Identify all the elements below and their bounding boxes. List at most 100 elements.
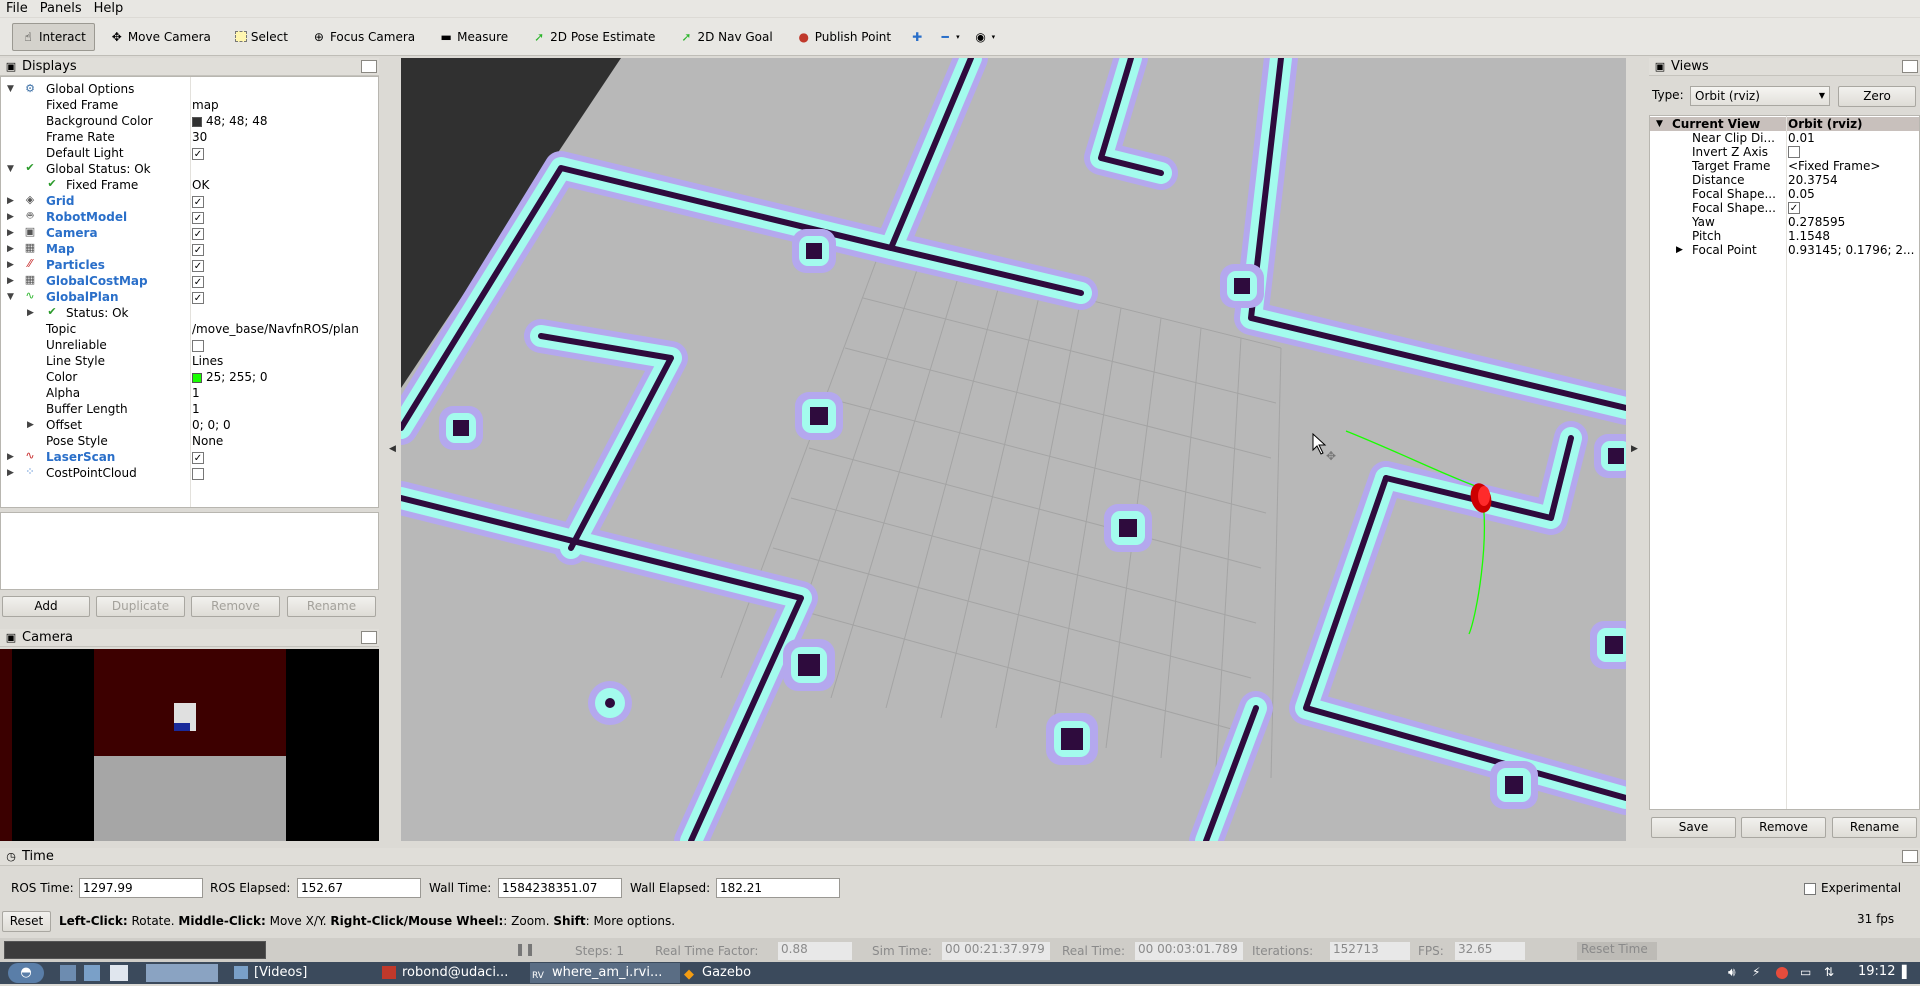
cost-point-cloud-checkbox[interactable] — [192, 467, 204, 480]
tree-row-focal-shape-size[interactable]: Focal Shape... 0.05 — [1650, 187, 1920, 201]
rename-display-button[interactable]: Rename — [287, 596, 376, 617]
tree-row-fixed-frame[interactable]: Fixed Frame map — [1, 97, 378, 113]
target-frame-value[interactable]: <Fixed Frame> — [1788, 159, 1880, 173]
add-display-button[interactable]: Add — [2, 596, 90, 617]
offset-value[interactable]: 0; 0; 0 — [192, 417, 231, 433]
distance-value[interactable]: 20.3754 — [1788, 173, 1838, 187]
3d-viewport[interactable]: ✥ — [401, 58, 1626, 841]
tree-row-robot-model[interactable]: ▶ 🤖︎ RobotModel ✓ — [1, 209, 378, 225]
start-menu-button[interactable]: ◓ — [8, 963, 44, 983]
tree-row-grid[interactable]: ▶ ◈ Grid ✓ — [1, 193, 378, 209]
tree-row-distance[interactable]: Distance 20.3754 — [1650, 173, 1920, 187]
tree-row-status-fixed-frame[interactable]: ✔ Fixed Frame OK — [1, 177, 378, 193]
rename-view-button[interactable]: Rename — [1832, 817, 1917, 838]
focal-shape-size-value[interactable]: 0.05 — [1788, 187, 1815, 201]
particles-checkbox[interactable]: ✓ — [192, 259, 204, 272]
invert-z-checkbox[interactable] — [1788, 146, 1800, 158]
tree-row-offset[interactable]: ▶ Offset 0; 0; 0 — [1, 417, 378, 433]
power-icon[interactable]: ⚡ — [1752, 965, 1760, 979]
unreliable-checkbox[interactable] — [192, 339, 204, 352]
near-clip-value[interactable]: 0.01 — [1788, 131, 1815, 145]
tree-row-laser-scan[interactable]: ▶ ∿ LaserScan ✓ — [1, 449, 378, 465]
default-light-checkbox[interactable]: ✓ — [192, 147, 204, 160]
wall-time-field[interactable]: 1584238351.07 — [498, 878, 622, 898]
laser-scan-checkbox[interactable]: ✓ — [192, 451, 204, 464]
tree-row-target-frame[interactable]: Target Frame <Fixed Frame> — [1650, 159, 1920, 173]
map-render[interactable]: ✥ — [401, 58, 1626, 841]
save-view-button[interactable]: Save — [1651, 817, 1736, 838]
buffer-length-value[interactable]: 1 — [192, 401, 200, 417]
alpha-value[interactable]: 1 — [192, 385, 200, 401]
map-checkbox[interactable]: ✓ — [192, 243, 204, 256]
tree-row-alpha[interactable]: Alpha 1 — [1, 385, 378, 401]
camera-checkbox[interactable]: ✓ — [192, 227, 204, 240]
task-rviz[interactable]: RV where_am_i.rvi... — [530, 963, 680, 983]
tree-row-near-clip[interactable]: Near Clip Di... 0.01 — [1650, 131, 1920, 145]
duplicate-display-button[interactable]: Duplicate — [96, 596, 185, 617]
plan-color-swatch[interactable] — [192, 372, 202, 383]
remove-tool-button[interactable]: ━ ▾ — [934, 23, 964, 51]
terminal-launcher-icon[interactable] — [110, 965, 128, 981]
pause-icon[interactable]: ❚❚ — [515, 942, 535, 956]
tree-row-global-cost-map[interactable]: ▶ ▦ GlobalCostMap ✓ — [1, 273, 378, 289]
global-plan-checkbox[interactable]: ✓ — [192, 291, 204, 304]
interact-tool-button[interactable]: ☝ Interact — [12, 22, 95, 51]
color-value[interactable]: 25; 255; 0 — [206, 370, 268, 384]
remove-view-button[interactable]: Remove — [1741, 817, 1826, 838]
nav-goal-tool-button[interactable]: ➚ 2D Nav Goal — [670, 23, 781, 51]
focal-shape-fixed-checkbox[interactable]: ✓ — [1788, 202, 1800, 214]
task-terminal[interactable]: robond@udaci... — [380, 963, 530, 983]
pose-estimate-tool-button[interactable]: ➚ 2D Pose Estimate — [523, 23, 664, 51]
tree-row-camera[interactable]: ▶ ▣ Camera ✓ — [1, 225, 378, 241]
collapse-left-arrow-icon[interactable]: ◀ — [389, 444, 396, 454]
menu-panels[interactable]: Panels — [34, 0, 88, 17]
topic-value[interactable]: /move_base/NavfnROS/plan — [192, 321, 359, 337]
bg-color-value[interactable]: 48; 48; 48 — [206, 114, 268, 128]
tree-row-current-view[interactable]: ▼ Current View Orbit (rviz) — [1650, 117, 1920, 131]
collapse-right-arrow-icon[interactable]: ▶ — [1631, 444, 1638, 454]
tree-row-focal-shape-fixed[interactable]: Focal Shape... ✓ — [1650, 201, 1920, 215]
gazebo-reset-time-button[interactable]: Reset Time — [1577, 942, 1657, 960]
tree-row-map[interactable]: ▶ ▦ Map ✓ — [1, 241, 378, 257]
tree-row-focal-point[interactable]: ▶ Focal Point 0.93145; 0.1796; 2... — [1650, 243, 1920, 257]
tree-row-color[interactable]: Color 25; 255; 0 — [1, 369, 378, 385]
menu-file[interactable]: File — [0, 0, 34, 17]
bg-color-swatch[interactable] — [192, 116, 202, 127]
volume-icon[interactable]: 🔊︎ — [1728, 965, 1736, 980]
select-tool-button[interactable]: Select — [226, 23, 297, 51]
wall-elapsed-field[interactable]: 182.21 — [716, 878, 840, 898]
view-options-button[interactable]: ◉ ▾ — [970, 23, 1000, 51]
task-videos[interactable]: [Videos] — [232, 963, 372, 983]
tree-row-cost-point-cloud[interactable]: ▶ ⁘ CostPointCloud — [1, 465, 378, 481]
global-cost-map-checkbox[interactable]: ✓ — [192, 275, 204, 288]
tree-row-global-options[interactable]: ▼ ⚙ Global Options — [1, 81, 378, 97]
yaw-value[interactable]: 0.278595 — [1788, 215, 1845, 229]
tree-row-line-style[interactable]: Line Style Lines — [1, 353, 378, 369]
tree-row-default-light[interactable]: Default Light ✓ — [1, 145, 378, 161]
zero-view-button[interactable]: Zero — [1838, 86, 1916, 107]
focus-camera-tool-button[interactable]: ⊕ Focus Camera — [303, 23, 424, 51]
tree-row-global-plan[interactable]: ▼ ∿ GlobalPlan ✓ — [1, 289, 378, 305]
pitch-value[interactable]: 1.1548 — [1788, 229, 1830, 243]
add-tool-button[interactable]: ✚ — [906, 23, 928, 51]
tree-row-background-color[interactable]: Background Color 48; 48; 48 — [1, 113, 378, 129]
tree-row-yaw[interactable]: Yaw 0.278595 — [1650, 215, 1920, 229]
tree-row-plan-status[interactable]: ▶ ✔ Status: Ok — [1, 305, 378, 321]
tree-row-global-status[interactable]: ▼ ✔ Global Status: Ok — [1, 161, 378, 177]
ros-time-field[interactable]: 1297.99 — [79, 878, 203, 898]
workspace-1[interactable] — [146, 964, 218, 982]
line-style-value[interactable]: Lines — [192, 353, 223, 369]
camera-panel-close-button[interactable] — [361, 631, 377, 644]
time-close-button[interactable] — [1902, 850, 1918, 863]
task-gazebo[interactable]: ◆ Gazebo — [680, 963, 790, 983]
grid-checkbox[interactable]: ✓ — [192, 195, 204, 208]
menu-help[interactable]: Help — [88, 0, 130, 17]
views-close-button[interactable] — [1902, 60, 1918, 73]
view-type-dropdown[interactable]: Orbit (rviz) ▼ — [1690, 86, 1830, 106]
tree-row-particles[interactable]: ▶ ⁄⁄ Particles ✓ — [1, 257, 378, 273]
ros-elapsed-field[interactable]: 152.67 — [297, 878, 421, 898]
tree-row-topic[interactable]: Topic/move_base/NavfnROS/plan — [1, 321, 378, 337]
show-desktop-icon[interactable]: ▌ — [1902, 965, 1911, 979]
experimental-checkbox[interactable] — [1804, 883, 1816, 895]
tree-row-frame-rate[interactable]: Frame Rate 30 — [1, 129, 378, 145]
